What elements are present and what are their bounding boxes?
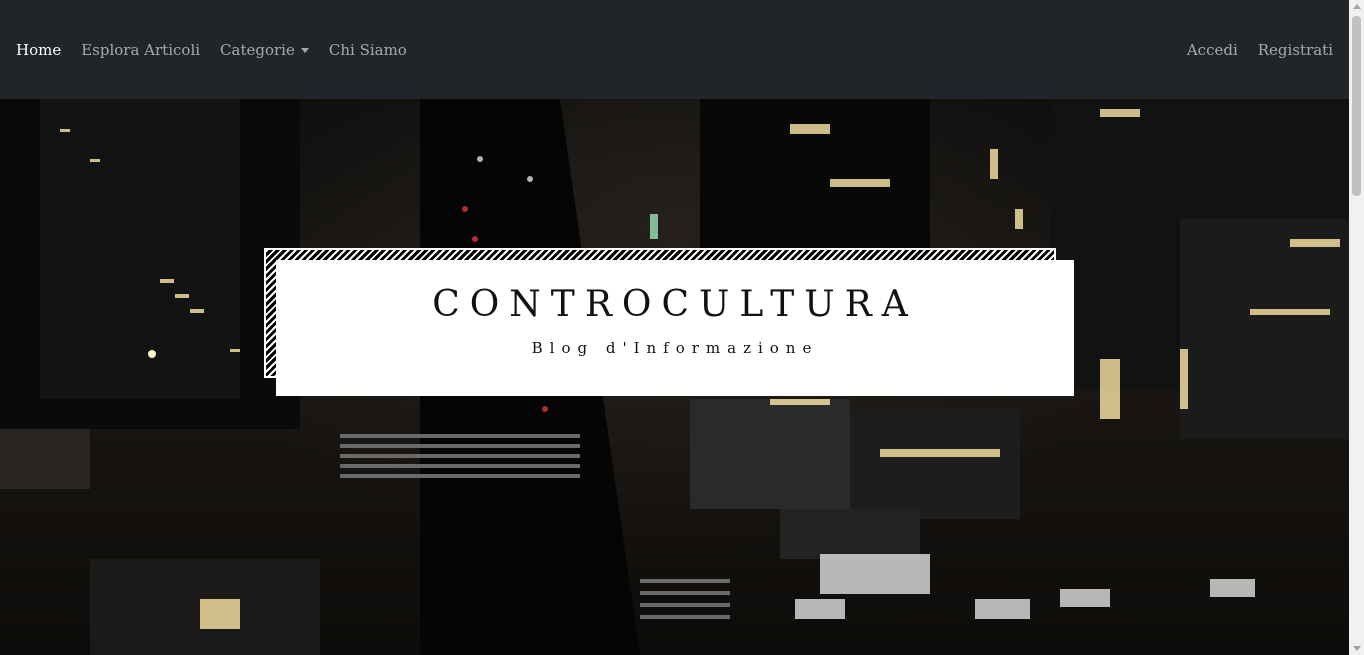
nav-about-us-link[interactable]: Chi Siamo (329, 41, 407, 59)
page-scrollbar[interactable] (1349, 0, 1364, 655)
nav-explore-articles-link[interactable]: Esplora Articoli (81, 41, 200, 59)
site-subtitle: Blog d'Informazione (531, 339, 819, 357)
nav-categories-dropdown[interactable]: Categorie (220, 41, 309, 59)
nav-home-link[interactable]: Home (16, 41, 61, 59)
register-link[interactable]: Registrati (1258, 41, 1333, 59)
nav-right-group: Accedi Registrati (1167, 41, 1333, 59)
site-title-box: CONTROCULTURA Blog d'Informazione (276, 260, 1074, 396)
scroll-down-arrow-icon[interactable] (1353, 646, 1361, 651)
nav-categories-label: Categorie (220, 40, 295, 59)
scroll-up-arrow-icon[interactable] (1353, 4, 1361, 9)
login-link[interactable]: Accedi (1187, 41, 1238, 59)
site-title: CONTROCULTURA (432, 284, 918, 325)
scrollbar-thumb[interactable] (1352, 16, 1361, 196)
top-navbar: Home Esplora Articoli Categorie Chi Siam… (0, 0, 1349, 99)
nav-left-group: Home Esplora Articoli Categorie Chi Siam… (16, 41, 427, 59)
caret-down-icon (300, 48, 309, 53)
